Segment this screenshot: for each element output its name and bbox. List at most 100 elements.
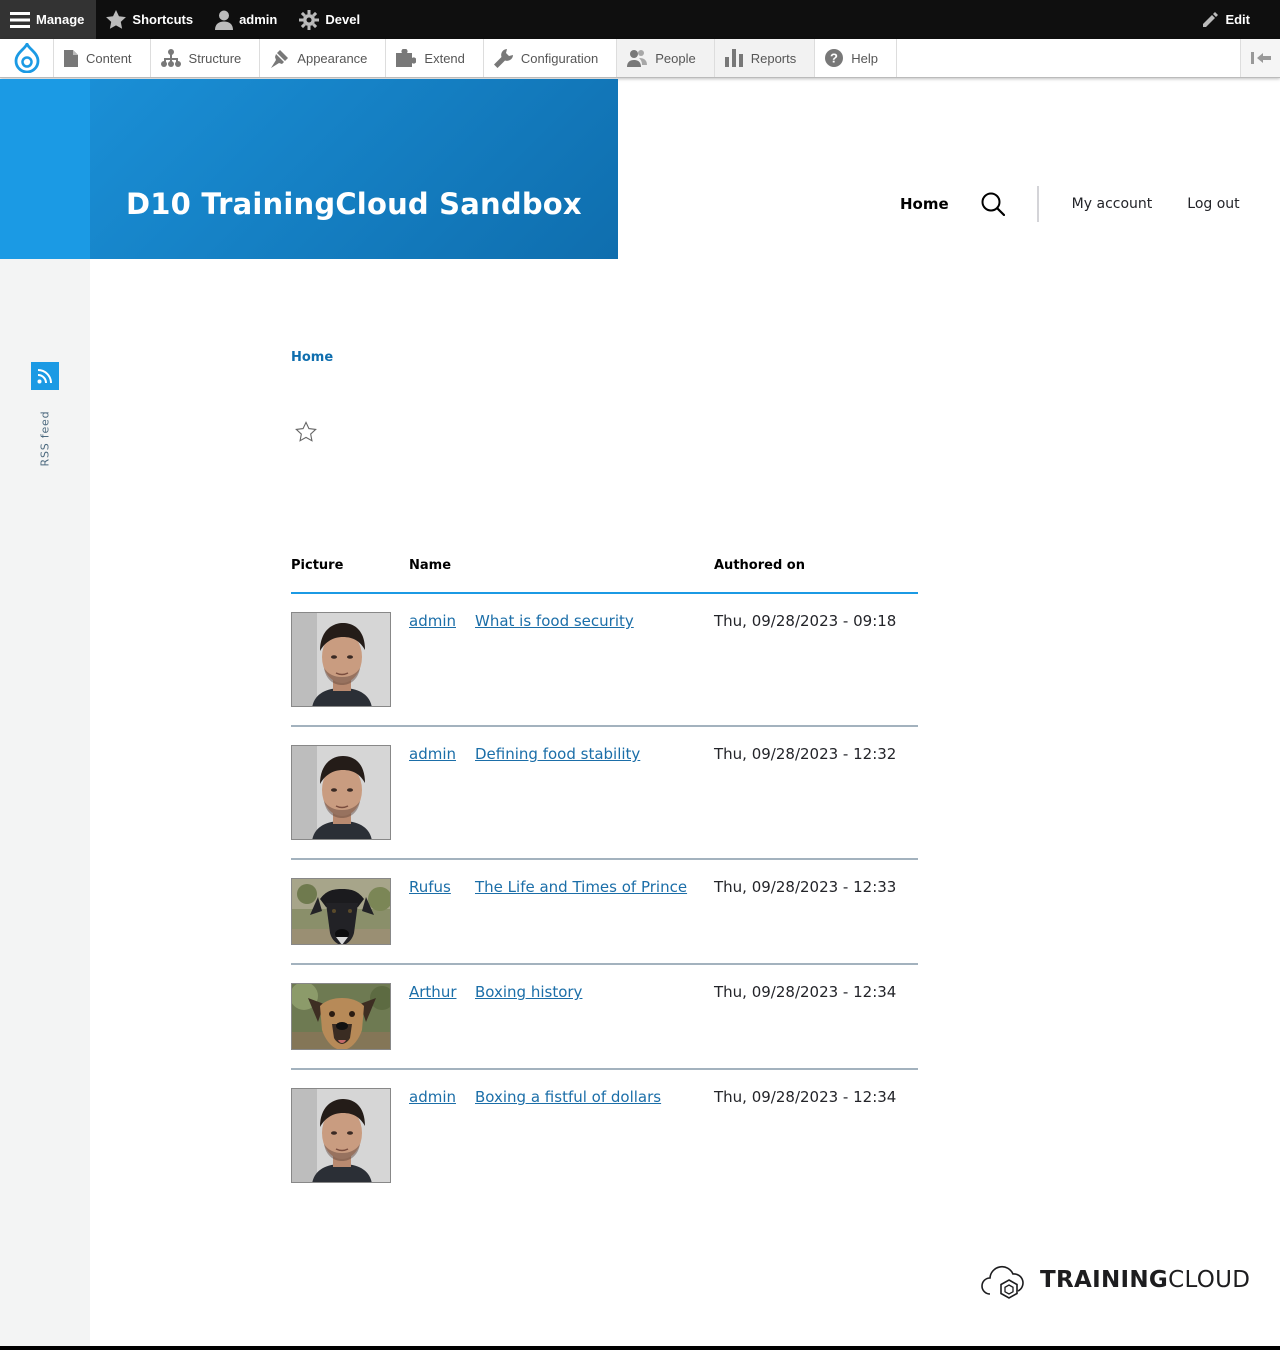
tray-item-people[interactable]: People <box>617 39 715 77</box>
tray-item-configuration[interactable]: Configuration <box>483 39 618 77</box>
header-accent-strip <box>0 79 90 259</box>
tray-item-label: Extend <box>424 50 465 66</box>
tray-item-label: Appearance <box>297 50 368 66</box>
tray-item-label: Structure <box>188 50 242 66</box>
tray-orientation-toggle[interactable] <box>1240 39 1280 77</box>
man-avatar[interactable] <box>291 612 391 707</box>
site-name[interactable]: D10 TrainingCloud Sandbox <box>126 187 582 221</box>
breadcrumb-home[interactable]: Home <box>291 350 333 365</box>
author-link[interactable]: admin <box>409 1088 456 1106</box>
user-label: admin <box>239 12 278 27</box>
content-title-link[interactable]: What is food security <box>475 612 634 630</box>
tray-item-label: Configuration <box>520 50 599 66</box>
shortcuts-tab[interactable]: Shortcuts <box>96 0 205 39</box>
content-title-link[interactable]: Boxing a fistful of dollars <box>475 1088 661 1106</box>
search-button[interactable] <box>981 192 1005 216</box>
table-row: admin Defining food stability Thu, 09/28… <box>291 727 918 860</box>
table-row: Arthur Boxing history Thu, 09/28/2023 - … <box>291 965 918 1070</box>
rss-icon <box>37 369 52 384</box>
content-title-link[interactable]: Boxing history <box>475 983 582 1001</box>
content-title-link[interactable]: The Life and Times of Prince <box>475 878 687 896</box>
content-title-link[interactable]: Defining food stability <box>475 745 640 763</box>
svg-text:?: ? <box>830 51 838 66</box>
primary-nav: Home My account Log out <box>900 186 1240 222</box>
tray-item-reports[interactable]: Reports <box>714 39 816 77</box>
author-link[interactable]: Arthur <box>409 983 457 1001</box>
shortcut-star-button[interactable] <box>295 421 317 446</box>
man-avatar[interactable] <box>291 745 391 840</box>
bottom-border <box>0 1346 1280 1350</box>
admin-tray: Content Structure Appearance Extend Conf… <box>0 39 1280 78</box>
devel-tab[interactable]: Devel <box>289 0 372 39</box>
man-avatar[interactable] <box>291 1088 391 1183</box>
tan-dog-image <box>292 984 390 1049</box>
table-row: admin What is food security Thu, 09/28/2… <box>291 594 918 727</box>
edit-tab[interactable]: Edit <box>1191 0 1262 39</box>
pencil-icon <box>1203 11 1219 27</box>
tray-item-label: Reports <box>750 50 797 66</box>
tan-dog-avatar[interactable] <box>291 983 391 1050</box>
tray-item-label: Content <box>86 50 132 66</box>
nav-home-link[interactable]: Home <box>900 195 949 213</box>
authored-date: Thu, 09/28/2023 - 12:34 <box>714 1088 897 1106</box>
nav-divider <box>1036 186 1039 222</box>
logo-word-training: TRAINING <box>1040 1267 1169 1293</box>
search-icon <box>981 192 1005 216</box>
man-portrait-image <box>292 613 390 706</box>
my-account-link[interactable]: My account <box>1072 196 1153 212</box>
rss-feed-button[interactable] <box>31 362 59 390</box>
tray-item-label: People <box>655 50 696 66</box>
bar-chart-icon <box>724 49 743 67</box>
table-row: admin Boxing a fistful of dollars Thu, 0… <box>291 1070 918 1201</box>
authored-date: Thu, 09/28/2023 - 09:18 <box>714 612 897 630</box>
tray-item-help[interactable]: ? Help <box>815 39 897 77</box>
black-dog-image <box>292 879 390 944</box>
left-sidebar <box>0 79 90 1350</box>
help-icon: ? <box>825 49 844 67</box>
author-link[interactable]: admin <box>409 745 456 763</box>
column-header-authored-on[interactable]: Authored on <box>714 558 918 573</box>
user-tab[interactable]: admin <box>205 0 289 39</box>
authored-date: Thu, 09/28/2023 - 12:34 <box>714 983 897 1001</box>
tray-item-content[interactable]: Content <box>54 39 151 77</box>
drupal-logo[interactable] <box>0 39 54 77</box>
author-link[interactable]: Rufus <box>409 878 451 896</box>
man-portrait-image <box>292 746 390 839</box>
rss-feed-label[interactable]: RSS feed <box>39 411 52 467</box>
tray-item-appearance[interactable]: Appearance <box>260 39 387 77</box>
document-icon <box>64 49 78 67</box>
manage-tab[interactable]: Manage <box>0 0 97 39</box>
authored-date: Thu, 09/28/2023 - 12:33 <box>714 878 897 896</box>
table-row: Rufus The Life and Times of Prince Thu, … <box>291 860 918 965</box>
paintbrush-icon <box>271 49 289 68</box>
column-header-name: Name <box>409 558 452 573</box>
shortcuts-label: Shortcuts <box>132 12 194 27</box>
authored-date: Thu, 09/28/2023 - 12:32 <box>714 745 897 763</box>
edit-label: Edit <box>1225 12 1250 27</box>
star-icon <box>106 10 127 29</box>
people-icon <box>627 50 648 67</box>
sitemap-icon <box>160 49 181 67</box>
star-outline-icon <box>295 421 317 442</box>
wrench-icon <box>493 48 513 68</box>
collapse-left-icon <box>1250 52 1271 64</box>
tray-item-label: Help <box>851 50 878 66</box>
log-out-link[interactable]: Log out <box>1187 196 1239 212</box>
trainingcloud-logo[interactable]: TRAININGCLOUD <box>980 1260 1250 1300</box>
table-header: Picture Name Authored on <box>291 555 918 594</box>
site-branding[interactable]: D10 TrainingCloud Sandbox <box>90 79 618 259</box>
puzzle-icon <box>396 49 417 67</box>
admin-toolbar: Manage Shortcuts admin Devel Edit <box>0 0 1280 39</box>
man-portrait-image <box>292 1089 390 1182</box>
cloud-logo-icon <box>981 1265 1024 1299</box>
manage-label: Manage <box>36 12 85 27</box>
drupal-drop-icon <box>14 43 39 73</box>
author-link[interactable]: admin <box>409 612 456 630</box>
tray-item-extend[interactable]: Extend <box>386 39 484 77</box>
content-table: Picture Name Authored on admin What is f… <box>291 555 918 1201</box>
gear-icon <box>299 9 320 30</box>
black-dog-avatar[interactable] <box>291 878 391 945</box>
column-header-picture: Picture <box>291 558 344 573</box>
devel-label: Devel <box>325 12 361 27</box>
tray-item-structure[interactable]: Structure <box>150 39 261 77</box>
